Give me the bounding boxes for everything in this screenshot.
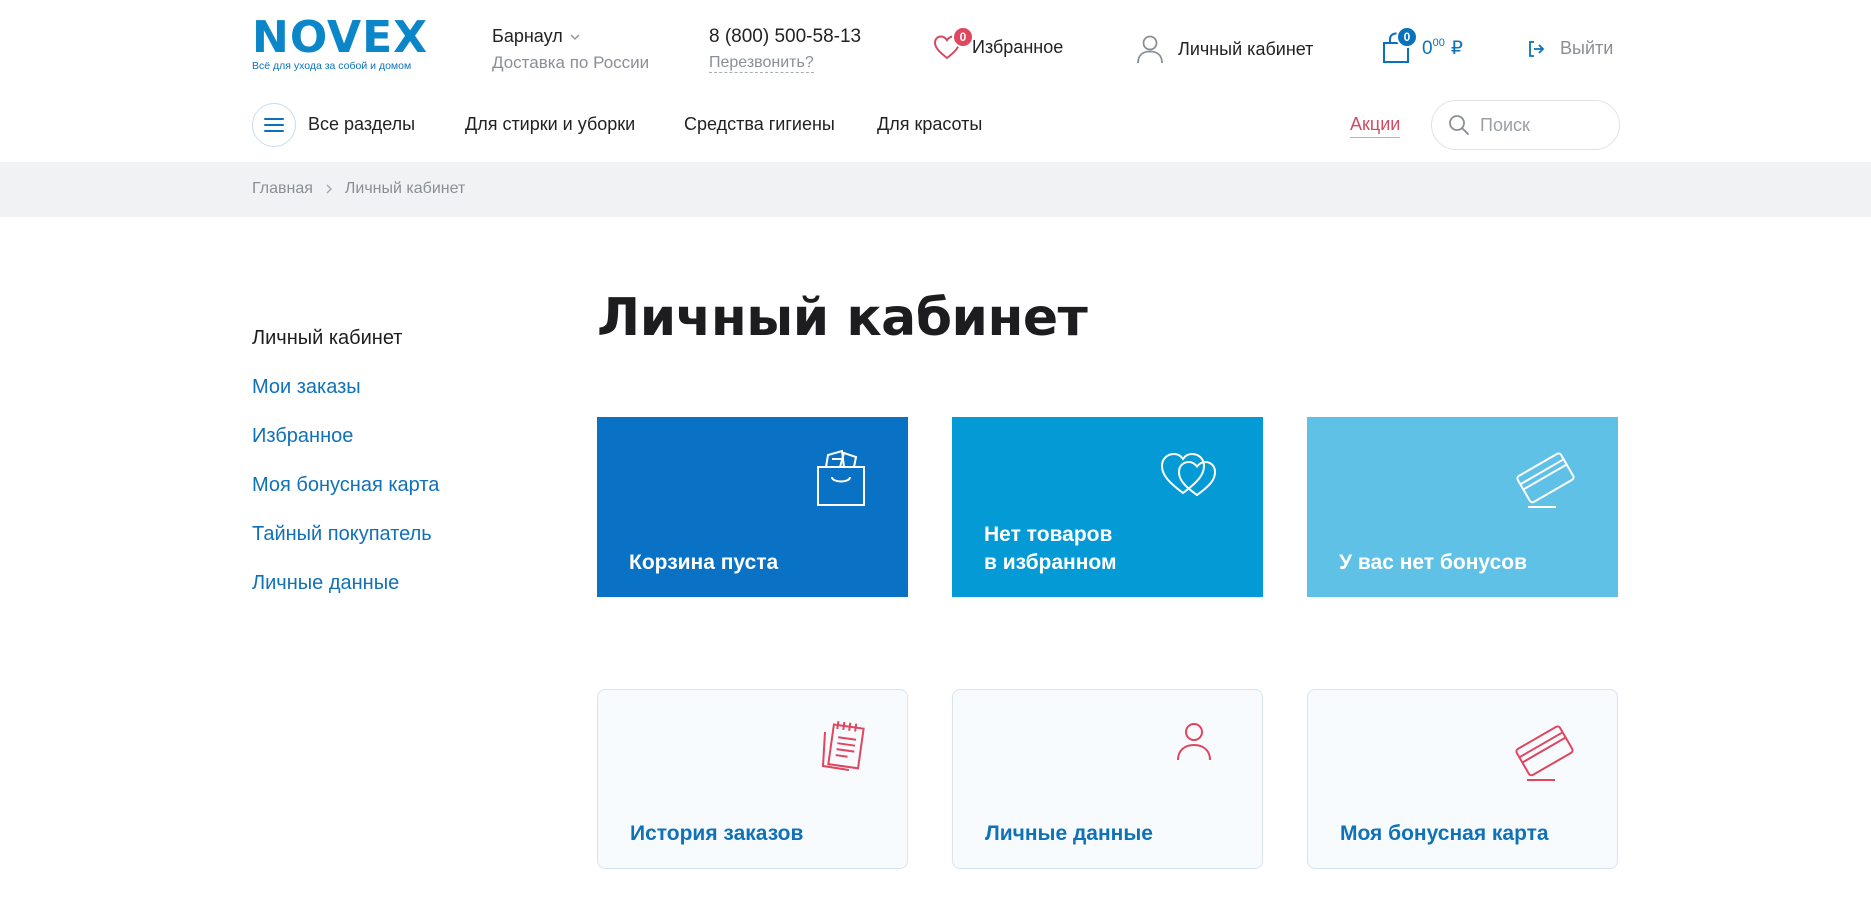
logo-wordmark: NOVEX	[252, 12, 429, 63]
notepad-icon	[821, 720, 865, 771]
sidebar-item-orders[interactable]: Мои заказы	[252, 375, 439, 399]
tile-label-line: Нет товаров	[984, 523, 1113, 546]
cart-count-badge: 0	[1396, 26, 1418, 48]
tile-bonus-card[interactable]: Моя бонусная карта	[1307, 689, 1618, 869]
user-icon	[1137, 35, 1163, 64]
logo[interactable]: NOVEX Всё для ухода за собой и домом	[252, 12, 432, 78]
tile-label-line: У вас нет бонусов	[1339, 551, 1527, 574]
favorites-count-badge: 0	[952, 26, 974, 48]
tile-label: Личные данные	[985, 820, 1153, 848]
page-title: Личный кабинет	[597, 288, 1088, 348]
cart-total: 000 ₽	[1422, 37, 1463, 60]
breadcrumb: Главная Личный кабинет	[0, 162, 1871, 217]
menu-button[interactable]	[252, 103, 296, 147]
sidebar-item-account: Личный кабинет	[252, 327, 403, 349]
favorites-link[interactable]: 0 Избранное	[932, 26, 1064, 62]
account-label: Личный кабинет	[1178, 38, 1314, 59]
cart-icon: 0	[1382, 26, 1418, 64]
cart-total-main: 0	[1422, 37, 1433, 59]
phone-number[interactable]: 8 (800) 500-58-13	[709, 26, 861, 48]
delivery-note: Доставка по России	[492, 53, 650, 72]
nav-item-beauty[interactable]: Для красоты	[877, 114, 982, 135]
phone-block: 8 (800) 500-58-13 Перезвонить?	[709, 26, 861, 73]
tile-label: Корзина пуста	[629, 549, 778, 577]
logout-label: Выйти	[1560, 38, 1614, 58]
favorites-label: Избранное	[972, 36, 1064, 57]
nav-all-sections[interactable]: Все разделы	[308, 114, 415, 135]
tile-label-line: Моя бонусная карта	[1340, 822, 1549, 845]
city-dropdown[interactable]: Барнаул	[492, 26, 649, 47]
tile-order-history[interactable]: История заказов	[597, 689, 908, 869]
callback-link[interactable]: Перезвонить?	[709, 54, 814, 73]
chevron-down-icon	[570, 34, 580, 40]
tile-label: Нет товаров в избранном	[984, 521, 1117, 577]
city-selector: Барнаул Доставка по России	[492, 26, 649, 73]
hearts-icon	[1160, 452, 1217, 497]
tile-label: У вас нет бонусов	[1339, 549, 1527, 577]
nav-item-laundry[interactable]: Для стирки и уборки	[465, 114, 635, 135]
search-box	[1431, 100, 1620, 150]
nav-item-hygiene[interactable]: Средства гигиены	[684, 114, 835, 135]
header: NOVEX Всё для ухода за собой и домом Бар…	[0, 0, 1871, 100]
sidebar-item-personal-data[interactable]: Личные данные	[252, 571, 439, 595]
search-input[interactable]	[1480, 114, 1600, 136]
tile-favorites[interactable]: Нет товаров в избранном	[952, 417, 1263, 597]
tile-label-line: в избранном	[984, 551, 1117, 574]
search-icon	[1449, 115, 1469, 135]
cart-link[interactable]: 0 000 ₽	[1382, 26, 1463, 64]
account-link[interactable]: Личный кабинет	[1136, 34, 1313, 64]
person-icon	[1177, 723, 1211, 761]
tile-label: История заказов	[630, 820, 803, 848]
tile-cart[interactable]: Корзина пуста	[597, 417, 908, 597]
breadcrumb-current: Личный кабинет	[344, 180, 466, 197]
cart-total-kopecks: 00	[1432, 36, 1445, 49]
bonus-card-icon	[1515, 725, 1574, 781]
sidebar-item-favorites[interactable]: Избранное	[252, 424, 439, 448]
tile-bonuses[interactable]: У вас нет бонусов	[1307, 417, 1618, 597]
shopping-bag-icon	[817, 449, 865, 506]
hamburger-icon	[264, 118, 284, 132]
bonus-card-icon	[1516, 452, 1575, 508]
logo-tagline: Всё для ухода за собой и домом	[252, 60, 412, 72]
heart-icon: 0	[932, 26, 974, 62]
tile-label: Моя бонусная карта	[1340, 820, 1549, 848]
logout-icon	[1529, 40, 1545, 57]
sidebar-item-mystery-shopper[interactable]: Тайный покупатель	[252, 522, 439, 546]
breadcrumb-home[interactable]: Главная	[252, 180, 313, 198]
tile-personal-data[interactable]: Личные данные	[952, 689, 1263, 869]
logout-link[interactable]: Выйти	[1526, 38, 1613, 59]
main-nav: Все разделы Для стирки и уборки Средства…	[0, 100, 1871, 162]
nav-promo-link[interactable]: Акции	[1350, 114, 1401, 138]
chevron-right-icon	[326, 184, 332, 194]
account-sidebar: Личный кабинет Мои заказы Избранное Моя …	[252, 326, 439, 620]
city-name: Барнаул	[492, 26, 563, 46]
tile-label-line: Корзина пуста	[629, 551, 779, 574]
sidebar-item-bonus-card[interactable]: Моя бонусная карта	[252, 473, 439, 497]
tile-label-line: Личные данные	[985, 822, 1153, 845]
cart-currency: ₽	[1450, 37, 1463, 59]
tile-label-line: История заказов	[630, 822, 804, 845]
